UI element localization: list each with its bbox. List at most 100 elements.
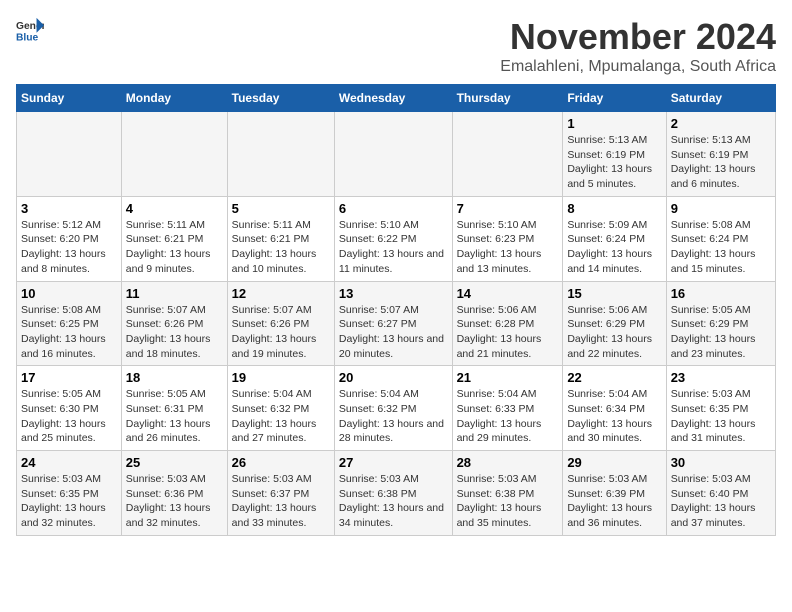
cell-content: Sunrise: 5:10 AM bbox=[457, 218, 559, 233]
calendar-cell: 10Sunrise: 5:08 AMSunset: 6:25 PMDayligh… bbox=[17, 281, 122, 366]
calendar-cell: 29 Sunrise: 5:03 AMSunset: 6:39 PMDayligh… bbox=[563, 451, 666, 536]
cell-content: Daylight: 13 hours and 33 minutes. bbox=[232, 501, 330, 530]
header-day-monday: Monday bbox=[121, 85, 227, 112]
calendar-cell: 12Sunrise: 5:07 AMSunset: 6:26 PMDayligh… bbox=[227, 281, 334, 366]
cell-content: Sunset: 6:26 PM bbox=[232, 317, 330, 332]
calendar-cell: 8Sunrise: 5:09 AMSunset: 6:24 PMDaylight… bbox=[563, 196, 666, 281]
day-number: 22 bbox=[567, 370, 661, 385]
calendar-week-4: 17Sunrise: 5:05 AMSunset: 6:30 PMDayligh… bbox=[17, 366, 776, 451]
header-day-friday: Friday bbox=[563, 85, 666, 112]
cell-content: Daylight: 13 hours and 10 minutes. bbox=[232, 247, 330, 276]
day-number: 29 bbox=[567, 455, 661, 470]
calendar-cell: 20Sunrise: 5:04 AMSunset: 6:32 PMDayligh… bbox=[334, 366, 452, 451]
day-number: 5 bbox=[232, 201, 330, 216]
header-day-thursday: Thursday bbox=[452, 85, 563, 112]
calendar-cell bbox=[17, 112, 122, 197]
cell-content: Sunrise: 5:08 AM bbox=[21, 303, 117, 318]
cell-content: Sunrise: 5:03 AM bbox=[567, 472, 661, 487]
calendar-cell: 16Sunrise: 5:05 AMSunset: 6:29 PMDayligh… bbox=[666, 281, 775, 366]
cell-content: Sunset: 6:21 PM bbox=[126, 232, 223, 247]
cell-content: Daylight: 13 hours and 5 minutes. bbox=[567, 162, 661, 191]
cell-content: Sunset: 6:33 PM bbox=[457, 402, 559, 417]
cell-content: Sunset: 6:36 PM bbox=[126, 487, 223, 502]
cell-content: Sunrise: 5:06 AM bbox=[567, 303, 661, 318]
day-number: 21 bbox=[457, 370, 559, 385]
logo: General Blue bbox=[16, 16, 44, 44]
calendar-cell: 22Sunrise: 5:04 AMSunset: 6:34 PMDayligh… bbox=[563, 366, 666, 451]
day-number: 20 bbox=[339, 370, 448, 385]
cell-content: Daylight: 13 hours and 34 minutes. bbox=[339, 501, 448, 530]
calendar-cell bbox=[334, 112, 452, 197]
calendar-cell: 21 Sunrise: 5:04 AMSunset: 6:33 PMDayligh… bbox=[452, 366, 563, 451]
calendar-cell: 24Sunrise: 5:03 AMSunset: 6:35 PMDayligh… bbox=[17, 451, 122, 536]
header-day-sunday: Sunday bbox=[17, 85, 122, 112]
calendar-cell: 6Sunrise: 5:10 AMSunset: 6:22 PMDaylight… bbox=[334, 196, 452, 281]
header-day-wednesday: Wednesday bbox=[334, 85, 452, 112]
cell-content: Sunset: 6:32 PM bbox=[232, 402, 330, 417]
day-number: 14 bbox=[457, 286, 559, 301]
cell-content: Sunset: 6:22 PM bbox=[339, 232, 448, 247]
calendar-cell: 3Sunrise: 5:12 AMSunset: 6:20 PMDaylight… bbox=[17, 196, 122, 281]
cell-content: Sunrise: 5:03 AM bbox=[671, 387, 771, 402]
cell-content: Sunrise: 5:03 AM bbox=[457, 472, 559, 487]
cell-content: Daylight: 13 hours and 22 minutes. bbox=[567, 332, 661, 361]
calendar-cell: 28Sunrise: 5:03 AMSunset: 6:38 PMDayligh… bbox=[452, 451, 563, 536]
calendar-cell: 11Sunrise: 5:07 AMSunset: 6:26 PMDayligh… bbox=[121, 281, 227, 366]
day-number: 2 bbox=[671, 116, 771, 131]
header-day-saturday: Saturday bbox=[666, 85, 775, 112]
calendar-cell: 17Sunrise: 5:05 AMSunset: 6:30 PMDayligh… bbox=[17, 366, 122, 451]
cell-content: Daylight: 13 hours and 29 minutes. bbox=[457, 417, 559, 446]
day-number: 1 bbox=[567, 116, 661, 131]
cell-content: Sunrise: 5:13 AM bbox=[567, 133, 661, 148]
day-number: 9 bbox=[671, 201, 771, 216]
cell-content: Daylight: 13 hours and 37 minutes. bbox=[671, 501, 771, 530]
day-number: 6 bbox=[339, 201, 448, 216]
cell-content: Daylight: 13 hours and 32 minutes. bbox=[126, 501, 223, 530]
cell-content: Sunrise: 5:03 AM bbox=[671, 472, 771, 487]
cell-content: Daylight: 13 hours and 25 minutes. bbox=[21, 417, 117, 446]
calendar-cell: 1Sunrise: 5:13 AMSunset: 6:19 PMDaylight… bbox=[563, 112, 666, 197]
cell-content: Sunset: 6:32 PM bbox=[339, 402, 448, 417]
day-number: 26 bbox=[232, 455, 330, 470]
calendar-cell bbox=[121, 112, 227, 197]
cell-content: Sunrise: 5:13 AM bbox=[671, 133, 771, 148]
day-number: 16 bbox=[671, 286, 771, 301]
day-number: 18 bbox=[126, 370, 223, 385]
day-number: 3 bbox=[21, 201, 117, 216]
cell-content: Sunrise: 5:04 AM bbox=[567, 387, 661, 402]
calendar-cell: 7Sunrise: 5:10 AMSunset: 6:23 PMDaylight… bbox=[452, 196, 563, 281]
calendar-cell bbox=[227, 112, 334, 197]
day-number: 15 bbox=[567, 286, 661, 301]
cell-content: Sunset: 6:38 PM bbox=[457, 487, 559, 502]
cell-content: Daylight: 13 hours and 18 minutes. bbox=[126, 332, 223, 361]
cell-content: Sunrise: 5:09 AM bbox=[567, 218, 661, 233]
cell-content: Daylight: 13 hours and 6 minutes. bbox=[671, 162, 771, 191]
subtitle: Emalahleni, Mpumalanga, South Africa bbox=[500, 58, 776, 76]
cell-content: Sunset: 6:24 PM bbox=[671, 232, 771, 247]
calendar-cell: 13Sunrise: 5:07 AMSunset: 6:27 PMDayligh… bbox=[334, 281, 452, 366]
cell-content: Daylight: 13 hours and 21 minutes. bbox=[457, 332, 559, 361]
header: General Blue November 2024 Emalahleni, M… bbox=[16, 16, 776, 76]
cell-content: Sunrise: 5:06 AM bbox=[457, 303, 559, 318]
cell-content: Sunrise: 5:05 AM bbox=[671, 303, 771, 318]
cell-content: Sunrise: 5:04 AM bbox=[457, 387, 559, 402]
calendar-cell bbox=[452, 112, 563, 197]
day-number: 4 bbox=[126, 201, 223, 216]
day-number: 19 bbox=[232, 370, 330, 385]
cell-content: Daylight: 13 hours and 31 minutes. bbox=[671, 417, 771, 446]
calendar-header-row: SundayMondayTuesdayWednesdayThursdayFrid… bbox=[17, 85, 776, 112]
day-number: 27 bbox=[339, 455, 448, 470]
cell-content: Sunset: 6:21 PM bbox=[232, 232, 330, 247]
cell-content: Daylight: 13 hours and 32 minutes. bbox=[21, 501, 117, 530]
day-number: 25 bbox=[126, 455, 223, 470]
calendar-cell: 5Sunrise: 5:11 AMSunset: 6:21 PMDaylight… bbox=[227, 196, 334, 281]
calendar-cell: 18Sunrise: 5:05 AMSunset: 6:31 PMDayligh… bbox=[121, 366, 227, 451]
cell-content: Daylight: 13 hours and 36 minutes. bbox=[567, 501, 661, 530]
cell-content: Sunset: 6:39 PM bbox=[567, 487, 661, 502]
cell-content: Daylight: 13 hours and 13 minutes. bbox=[457, 247, 559, 276]
cell-content: Sunset: 6:40 PM bbox=[671, 487, 771, 502]
calendar-cell: 30Sunrise: 5:03 AMSunset: 6:40 PMDayligh… bbox=[666, 451, 775, 536]
cell-content: Sunrise: 5:11 AM bbox=[126, 218, 223, 233]
cell-content: Sunrise: 5:04 AM bbox=[339, 387, 448, 402]
cell-content: Sunrise: 5:05 AM bbox=[126, 387, 223, 402]
